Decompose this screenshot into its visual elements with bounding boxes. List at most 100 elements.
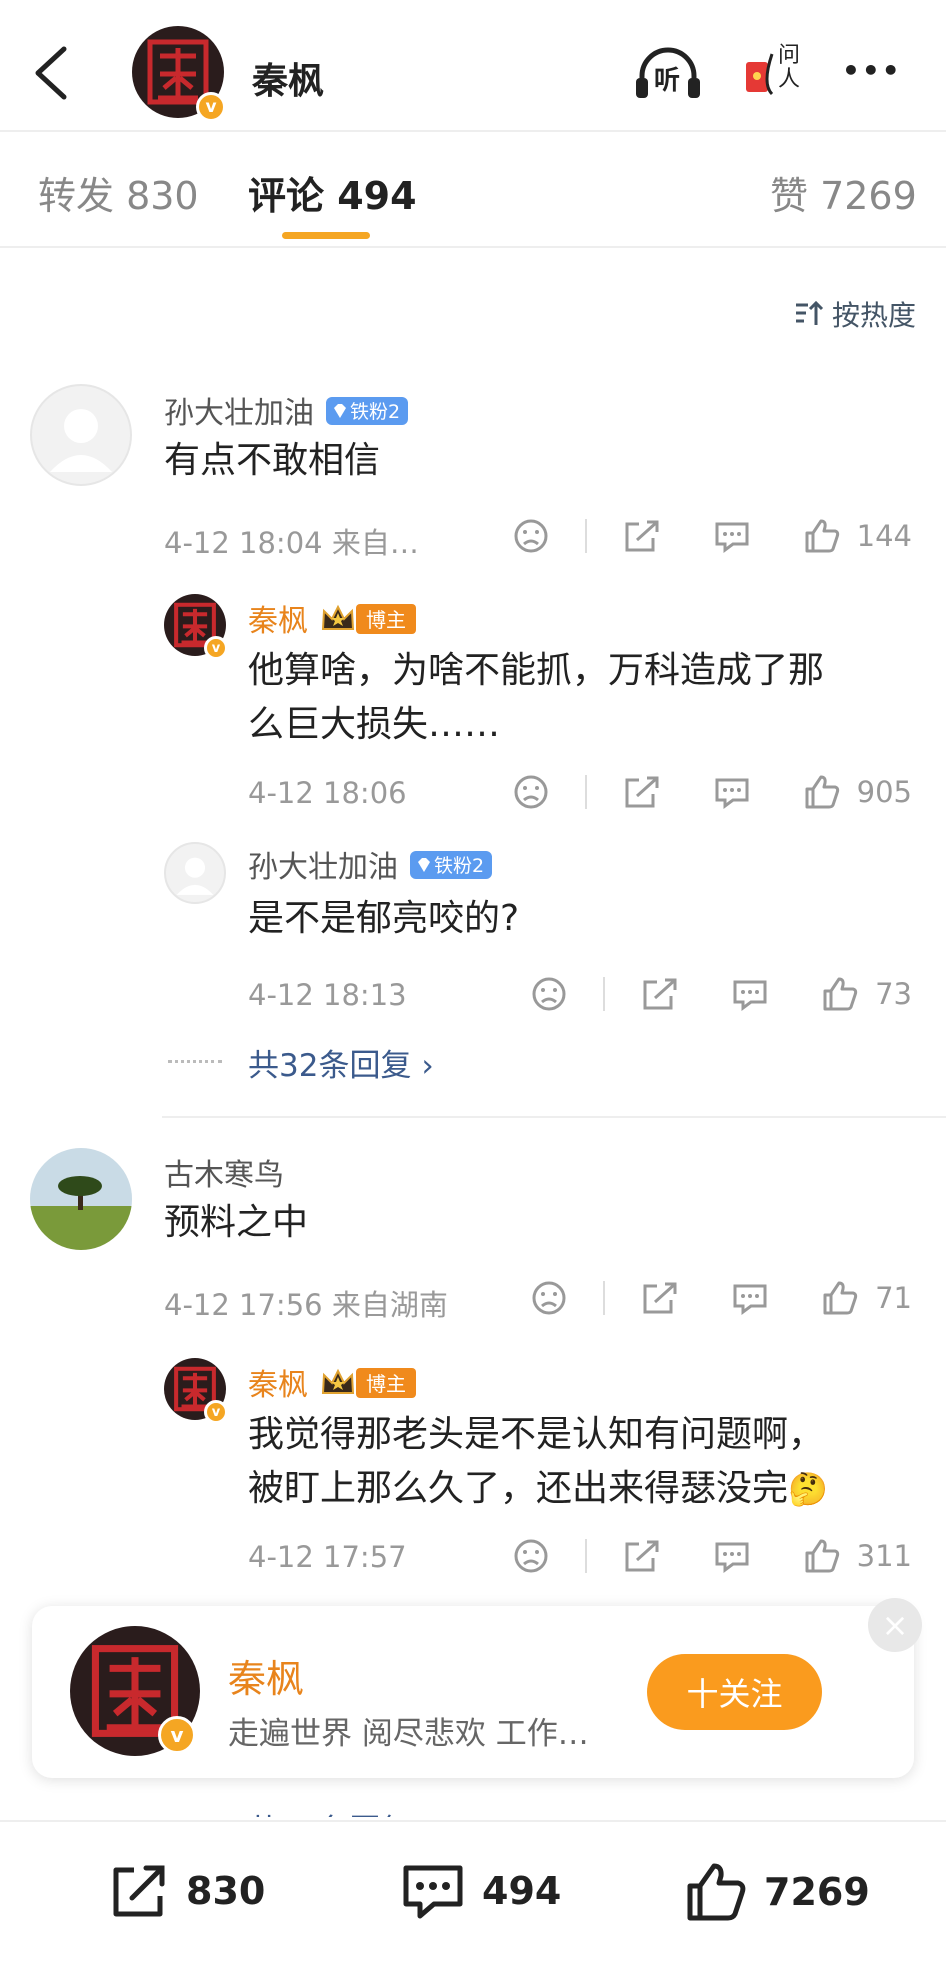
diamond-icon (418, 857, 430, 872)
sort-button[interactable]: 按热度 (794, 294, 916, 334)
comment-username[interactable]: 古木寒鸟 (164, 1150, 284, 1194)
thumbs-up-icon (823, 1281, 858, 1315)
verified-badge-icon: v (204, 636, 228, 660)
comment-actions: 71 (531, 1278, 912, 1318)
avatar[interactable] (30, 1148, 132, 1250)
username-text: 秦枫 (248, 604, 308, 639)
avatar[interactable] (30, 384, 132, 486)
divider (584, 1539, 587, 1573)
crown-icon (321, 1368, 355, 1394)
dislike-button[interactable] (513, 1538, 549, 1574)
share-icon (625, 520, 659, 552)
author-tag: 博主 (356, 603, 416, 634)
back-button[interactable] (30, 45, 74, 101)
card-description: 走遍世界 阅尽悲欢 工作… (228, 1716, 589, 1752)
repost-count: 830 (186, 1869, 266, 1913)
more-options-icon[interactable]: ••• (842, 54, 902, 87)
dislike-button[interactable] (531, 1280, 567, 1316)
avatar[interactable] (164, 842, 226, 904)
dislike-button[interactable] (513, 774, 549, 810)
close-icon[interactable]: × (868, 1598, 922, 1652)
ask-button[interactable]: 问人 (744, 44, 804, 104)
active-tab-indicator (282, 232, 370, 239)
divider (584, 775, 587, 809)
chevron-right-icon: › (421, 1048, 434, 1084)
share-icon (643, 1282, 677, 1314)
username-text: 孙大壮加油 (248, 850, 398, 885)
verified-badge-icon: v (204, 1400, 228, 1424)
sad-face-icon (532, 1281, 566, 1315)
comment-button[interactable]: 494 (400, 1860, 561, 1922)
more-replies-link[interactable]: 共15条回复 (248, 1805, 411, 1817)
comment-text: 有点不敢相信 (164, 440, 381, 481)
reply-button[interactable] (713, 518, 751, 554)
comment-bubble-icon (733, 980, 767, 1011)
header-username[interactable]: 秦枫 (252, 52, 324, 104)
more-replies-link[interactable]: 共32条回复 › (248, 1040, 434, 1085)
reply-button[interactable] (731, 976, 769, 1012)
comment-actions: 905 (513, 772, 912, 812)
share-button[interactable] (623, 1538, 661, 1574)
chevron-left-icon (35, 46, 67, 100)
verified-badge-icon: v (158, 1716, 196, 1754)
like-button[interactable]: 905 (803, 773, 912, 811)
comment-bubble-icon (403, 1865, 463, 1919)
share-button[interactable] (623, 774, 661, 810)
share-button[interactable] (641, 976, 679, 1012)
like-button[interactable]: 7269 (684, 1860, 870, 1924)
comment-count: 494 (482, 1869, 562, 1913)
share-icon (625, 776, 659, 808)
like-count: 73 (875, 977, 912, 1011)
divider (584, 519, 587, 553)
follow-card: v 秦枫 走遍世界 阅尽悲欢 工作… 十关注 × (32, 1598, 922, 1778)
repost-button[interactable]: 830 (108, 1860, 265, 1922)
tab-likes[interactable]: 赞 7269 (770, 165, 917, 220)
comment-meta: 4-12 17:56 来自湖南 (164, 1288, 448, 1322)
dotted-line (168, 1060, 222, 1063)
share-button[interactable] (623, 518, 661, 554)
like-button[interactable]: 311 (803, 1537, 912, 1575)
comment-username[interactable]: 孙大壮加油 铁粉2 (248, 842, 493, 886)
comment-text: 是不是郁亮咬的? (248, 898, 520, 939)
comment-text: 么巨大损失…… (248, 704, 501, 745)
comment-bubble-icon (715, 522, 749, 553)
dislike-button[interactable] (531, 976, 567, 1012)
like-count: 7269 (764, 1870, 870, 1914)
like-button[interactable]: 144 (803, 517, 912, 555)
ask-label: 问人 (778, 43, 801, 92)
tab-reposts[interactable]: 转发 830 (38, 165, 199, 220)
divider (0, 246, 946, 248)
share-button[interactable] (641, 1280, 679, 1316)
sad-face-icon (514, 519, 548, 553)
card-username[interactable]: 秦枫 (228, 1648, 304, 1703)
thumbs-up-icon (805, 519, 839, 553)
dislike-button[interactable] (513, 518, 549, 554)
reply-button[interactable] (731, 1280, 769, 1316)
comment-meta: 4-12 18:13 (248, 978, 407, 1012)
comment-text: 他算啥，为啥不能抓，万科造成了那 (248, 650, 825, 691)
comment-username[interactable]: 孙大壮加油 铁粉2 (164, 388, 409, 432)
like-button[interactable]: 73 (821, 975, 912, 1013)
more-replies-label: 共32条回复 (248, 1048, 412, 1084)
comment-text: 预料之中 (164, 1202, 309, 1243)
like-count: 311 (856, 1539, 912, 1573)
thumbs-up-icon (805, 1539, 839, 1573)
comment-meta: 4-12 18:06 (248, 776, 407, 810)
sad-face-icon (514, 775, 548, 809)
comment-meta: 4-12 17:57 (248, 1540, 407, 1574)
share-icon (643, 978, 677, 1010)
tab-comments[interactable]: 评论 494 (248, 165, 417, 220)
reply-button[interactable] (713, 1538, 751, 1574)
like-button[interactable]: 71 (821, 1279, 912, 1317)
like-count: 905 (856, 775, 912, 809)
comment-bubble-icon (715, 778, 749, 809)
sad-face-icon (514, 1539, 548, 1573)
diamond-icon (334, 403, 346, 418)
username-text: 古木寒鸟 (164, 1158, 284, 1193)
listen-button[interactable]: 听 (632, 46, 704, 102)
comment-username[interactable]: 秦枫 博主 (248, 596, 416, 640)
default-avatar-icon (50, 409, 112, 472)
reply-button[interactable] (713, 774, 751, 810)
comment-username[interactable]: 秦枫 博主 (248, 1360, 416, 1404)
follow-button[interactable]: 十关注 (647, 1654, 822, 1730)
